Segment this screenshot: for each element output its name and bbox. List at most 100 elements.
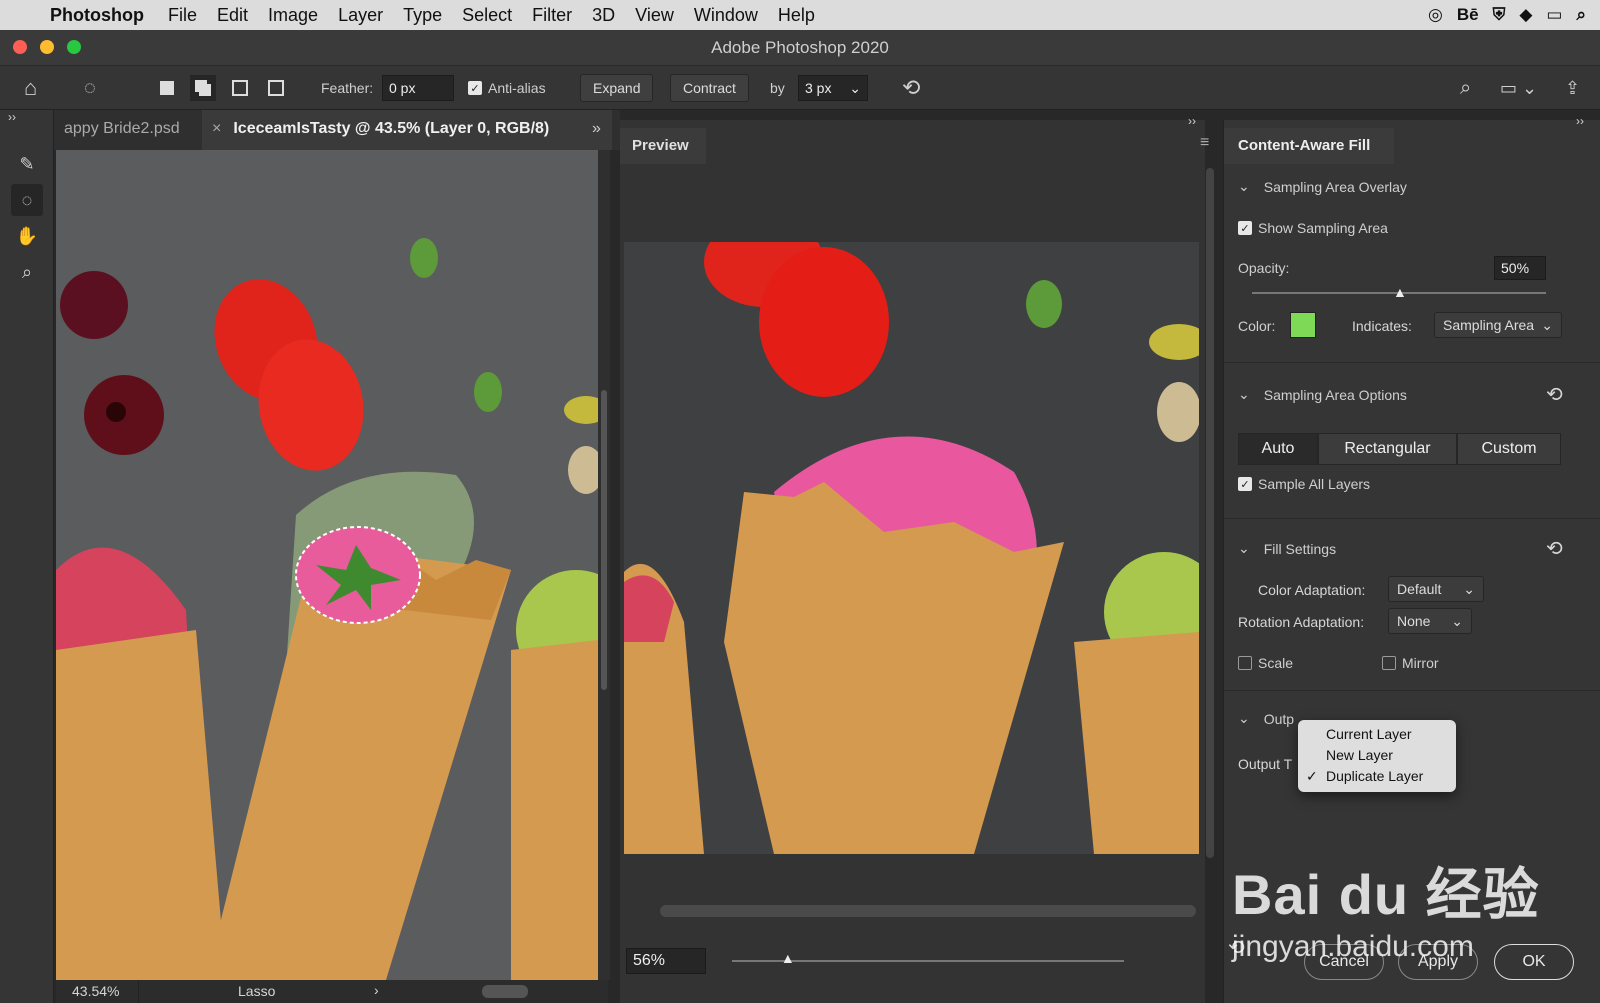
status-chevron-icon[interactable]: › [374,982,379,998]
opacity-slider-thumb[interactable]: ▲ [1393,284,1407,300]
overlay-color-swatch[interactable] [1290,312,1316,338]
add-to-selection-icon[interactable] [190,66,216,110]
color-adaptation-dropdown[interactable]: Default ⌄ [1388,576,1484,602]
menu-select[interactable]: Select [452,5,522,26]
antialias-checkbox[interactable]: ✓ Anti-alias [468,66,546,110]
menu-filter[interactable]: Filter [522,5,582,26]
menu-window[interactable]: Window [684,5,768,26]
brush-icon[interactable]: ✎ [11,148,43,180]
close-window-button[interactable] [13,40,27,54]
sampling-overlay-header[interactable]: ⌄ Sampling Area Overlay [1238,178,1407,195]
auto-button[interactable]: Auto [1238,433,1318,465]
mirror-label: Mirror [1402,655,1439,671]
share-icon[interactable]: ⇪ [1565,66,1580,110]
expand-button[interactable]: Expand [580,74,654,102]
custom-button[interactable]: Custom [1457,433,1561,465]
lasso-preset-icon[interactable]: ◌ [84,66,96,110]
chevron-down-icon: ⌄ [1451,612,1463,629]
menu-view[interactable]: View [625,5,684,26]
scrollbar-thumb[interactable] [601,390,607,690]
preview-zoom-slider-thumb[interactable]: ▲ [781,950,795,966]
dropbox-icon[interactable]: ◆ [1519,5,1532,25]
home-icon[interactable]: ⌂ [24,66,37,110]
scale-checkbox[interactable]: Scale [1238,655,1293,671]
show-sampling-checkbox[interactable]: ✓ Show Sampling Area [1238,220,1388,236]
chevron-down-icon: ⌄ [1238,540,1250,556]
preview-horizontal-scrollbar[interactable] [660,905,1196,917]
rotation-adaptation-value: None [1397,613,1431,629]
unchecked-box-icon [1382,656,1396,670]
opacity-input[interactable]: 50% [1494,256,1546,280]
menu-item-new-layer[interactable]: New Layer [1298,745,1456,766]
output-header[interactable]: ⌄ Outp [1238,710,1294,727]
fill-settings-title: Fill Settings [1263,540,1337,557]
minimize-window-button[interactable] [40,40,54,54]
by-value-dropdown[interactable]: 3 px ⌄ [798,75,868,101]
current-layer-label: Current Layer [1326,726,1412,742]
more-tabs-icon[interactable]: » [582,110,611,150]
lasso-icon[interactable]: ◌ [11,184,43,216]
app-menu[interactable]: Photoshop [42,5,158,26]
feather-input[interactable]: 0 px [382,75,454,101]
reset-fill-icon[interactable]: ⟲ [1546,536,1563,561]
hand-icon[interactable]: ✋ [11,220,43,252]
creative-cloud-icon[interactable]: ◎ [1428,5,1443,25]
panel-menu-icon[interactable]: ≡ [1200,134,1209,152]
window-title-bar: Adobe Photoshop 2020 [0,30,1600,66]
collapse-right-panel-icon[interactable]: ›› [1576,114,1584,128]
reset-icon[interactable]: ⟲ [902,66,920,110]
sample-all-layers-label: Sample All Layers [1258,476,1371,492]
document-canvas[interactable] [56,150,598,980]
preview-vertical-scrollbar[interactable] [1206,168,1214,858]
menu-item-duplicate-layer[interactable]: ✓ Duplicate Layer [1298,766,1456,787]
zoom-icon[interactable]: ⌕ [11,256,43,288]
baidu-watermark-logo: Bai du 经验 [1232,863,1540,926]
behance-icon[interactable]: Bē [1457,5,1479,25]
search-icon[interactable]: ⌕ [1460,66,1471,110]
menu-type[interactable]: Type [393,5,452,26]
indicates-dropdown[interactable]: Sampling Area ⌄ [1434,312,1562,338]
tab-active-document[interactable]: × IceceamIsTasty @ 43.5% (Layer 0, RGB/8) [202,110,612,150]
sample-all-layers-checkbox[interactable]: ✓ Sample All Layers [1238,476,1370,492]
preview-artwork [624,242,1199,854]
canvas-vertical-scrollbar[interactable] [598,150,610,980]
chevron-down-icon: ⌄ [1238,386,1250,402]
preview-zoom-input[interactable]: 56% [626,948,706,974]
display-icon[interactable]: ▭ [1546,5,1562,25]
menu-3d[interactable]: 3D [582,5,625,26]
workspace-icon[interactable]: ▭ ⌄ [1500,66,1537,110]
check-icon: ✓ [468,81,482,95]
menu-file[interactable]: File [158,5,207,26]
zoom-window-button[interactable] [67,40,81,54]
chevron-down-icon: ⌄ [1238,710,1250,726]
shield-icon[interactable]: ⛨ [1493,5,1506,25]
menu-layer[interactable]: Layer [328,5,393,26]
rotation-adaptation-dropdown[interactable]: None ⌄ [1388,608,1472,634]
tab-preview[interactable]: Preview [620,128,706,164]
mirror-checkbox[interactable]: Mirror [1382,655,1439,671]
expand-panel-icon[interactable]: ›› [8,110,16,124]
tab-happy-bride[interactable]: appy Bride2.psd [54,110,190,150]
ok-button[interactable]: OK [1494,944,1574,980]
reset-sampling-icon[interactable]: ⟲ [1546,382,1563,407]
color-adaptation-label: Color Adaptation: [1258,582,1366,598]
close-tab-icon[interactable]: × [212,120,221,137]
zoom-level[interactable]: 43.54% [72,983,119,999]
contract-button[interactable]: Contract [670,74,749,102]
menu-help[interactable]: Help [768,5,825,26]
new-selection-icon[interactable] [160,66,174,110]
collapse-panel-icon[interactable]: ›› [1188,114,1196,128]
horizontal-scrollbar-thumb[interactable] [482,985,528,998]
menu-edit[interactable]: Edit [207,5,258,26]
document-status-bar: 43.54% Lasso › [56,980,608,1003]
check-icon: ✓ [1238,477,1252,491]
fill-settings-header[interactable]: ⌄ Fill Settings [1238,540,1336,557]
subtract-selection-icon[interactable] [232,66,248,110]
spotlight-search-icon[interactable]: ⌕ [1576,5,1586,25]
sampling-options-header[interactable]: ⌄ Sampling Area Options [1238,386,1407,403]
menu-item-current-layer[interactable]: Current Layer [1298,724,1456,745]
intersect-selection-icon[interactable] [268,66,284,110]
menu-image[interactable]: Image [258,5,328,26]
rectangular-button[interactable]: Rectangular [1318,433,1457,465]
document-tabs: appy Bride2.psd × IceceamIsTasty @ 43.5% … [54,110,620,150]
